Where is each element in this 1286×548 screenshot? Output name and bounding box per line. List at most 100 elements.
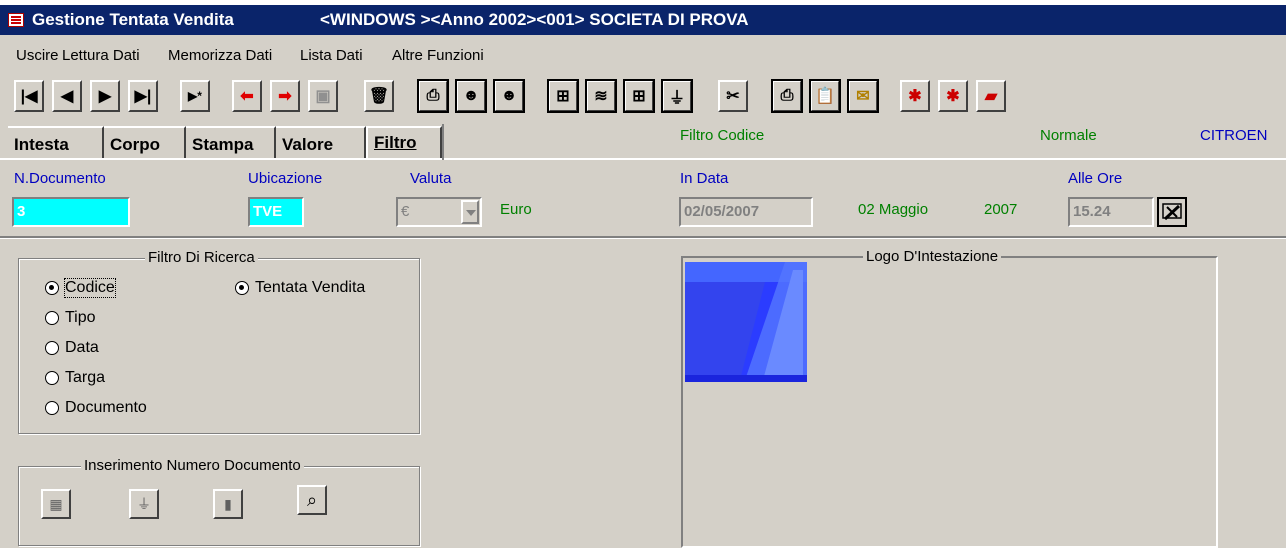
radio-tentata-vendita[interactable]: Tentata Vendita: [235, 279, 365, 297]
time-label: Alle Ore: [1068, 170, 1123, 187]
envelope-icon: ✉: [856, 88, 870, 105]
filter-icon: ⏚: [668, 90, 685, 107]
filter-button[interactable]: ⏚: [661, 79, 693, 113]
face-right-icon: ☻: [500, 87, 518, 104]
date-text-day: 02 Maggio: [858, 201, 929, 218]
radio-tipo[interactable]: Tipo: [45, 309, 96, 327]
save-button[interactable]: ▣: [308, 80, 338, 112]
logo-panel: Logo D'Intestazione: [681, 248, 1218, 548]
note-icon: ✱: [908, 88, 922, 105]
radio-data-label: Data: [65, 339, 99, 356]
location-label: Ubicazione: [248, 170, 323, 187]
radio-icon: [45, 401, 59, 415]
tab-intesta[interactable]: Intesta: [8, 126, 104, 158]
next-record-button[interactable]: ▶: [90, 80, 120, 112]
location-field[interactable]: TVE: [248, 197, 304, 227]
last-record-icon: ▶|: [134, 88, 152, 105]
currency-label: Valuta: [410, 170, 452, 187]
tab-filtro[interactable]: Filtro: [366, 126, 442, 158]
insert-filter-button[interactable]: ⏚: [129, 489, 159, 519]
book-icon: ▰: [984, 88, 998, 105]
face-left-button[interactable]: ☻: [455, 79, 487, 113]
record-icon: ▦: [49, 495, 63, 512]
radio-documento-label: Documento: [65, 399, 147, 416]
window-title: Gestione Tentata Vendita: [32, 10, 234, 29]
back-arrow-icon: ⬅: [240, 88, 254, 105]
envelope-button[interactable]: ✉: [847, 79, 879, 113]
menu-memorizza-dati[interactable]: Memorizza Dati: [168, 44, 272, 68]
record-find-2-icon: ⊞: [632, 88, 646, 105]
cut-icon: ✂: [726, 88, 740, 105]
first-record-icon: |◀: [20, 88, 38, 105]
section-divider: [0, 236, 1286, 239]
print-2-icon: ⎙: [780, 87, 794, 104]
radio-icon: [45, 341, 59, 355]
new-record-button[interactable]: ▶*: [180, 80, 210, 112]
date-field[interactable]: 02/05/2007: [679, 197, 813, 227]
paste-button[interactable]: 📋: [809, 79, 841, 113]
record-find-2-button[interactable]: ⊞: [623, 79, 655, 113]
radio-icon: [45, 371, 59, 385]
print-button[interactable]: ⎙: [417, 79, 449, 113]
save-icon: ▣: [315, 88, 331, 105]
menu-uscire[interactable]: Uscire: [16, 44, 59, 68]
search-button[interactable]: ⌕: [297, 485, 327, 515]
record-find-button[interactable]: ⊞: [547, 79, 579, 113]
filter-icon: ⏚: [137, 496, 151, 512]
first-record-button[interactable]: |◀: [14, 80, 44, 112]
currency-value: €: [401, 203, 410, 220]
currency-select[interactable]: €: [396, 197, 482, 227]
menu-bar: Uscire Lettura Dati Memorizza Dati Lista…: [0, 44, 1286, 68]
note-2-icon: ✱: [946, 88, 960, 105]
tab-stampa[interactable]: Stampa: [186, 126, 276, 158]
cut-button[interactable]: ✂: [718, 80, 748, 112]
door-icon: ▮: [224, 495, 232, 512]
radio-documento[interactable]: Documento: [45, 399, 147, 417]
stack-button[interactable]: ≋: [585, 79, 617, 113]
chevron-down-icon[interactable]: [461, 200, 479, 224]
status-brand: CITROEN: [1200, 127, 1268, 144]
forward-arrow-button[interactable]: ➡: [270, 80, 300, 112]
forward-arrow-icon: ➡: [278, 88, 292, 105]
status-mode: Normale: [1040, 127, 1097, 144]
menu-lettura-dati[interactable]: Lettura Dati: [62, 44, 140, 68]
new-record-icon: ▶*: [188, 89, 202, 103]
radio-icon: [45, 311, 59, 325]
paste-icon: 📋: [815, 88, 835, 105]
insert-record-button[interactable]: ▦: [41, 489, 71, 519]
window-title-info: <WINDOWS ><Anno 2002><001> SOCIETA DI PR…: [320, 10, 749, 29]
radio-codice[interactable]: Codice: [45, 278, 116, 298]
insert-group: Inserimento Numero Documento ▦ ⏚ ▮ ⌕: [18, 457, 420, 546]
print-icon: ⎙: [426, 87, 440, 104]
menu-lista-dati[interactable]: Lista Dati: [300, 44, 363, 68]
book-button[interactable]: ▰: [976, 80, 1006, 112]
radio-codice-label: Codice: [64, 278, 116, 298]
company-logo: [685, 262, 807, 382]
filter-group: Filtro Di Ricerca Codice Tipo Data Targa…: [18, 249, 420, 434]
print-2-button[interactable]: ⎙: [771, 79, 803, 113]
title-bar: Gestione Tentata Vendita <WINDOWS ><Anno…: [0, 5, 1286, 35]
back-arrow-button[interactable]: ⬅: [232, 80, 262, 112]
time-field[interactable]: 15.24: [1068, 197, 1154, 227]
face-right-button[interactable]: ☻: [493, 79, 525, 113]
delete-button[interactable]: 🗑: [364, 80, 394, 112]
radio-tentata-vendita-label: Tentata Vendita: [255, 279, 366, 296]
insert-exit-button[interactable]: ▮: [213, 489, 243, 519]
doc-number-field[interactable]: 3: [12, 197, 130, 227]
radio-data[interactable]: Data: [45, 339, 99, 357]
currency-name: Euro: [500, 201, 532, 218]
menu-altre-funzioni[interactable]: Altre Funzioni: [392, 44, 484, 68]
stack-icon: ≋: [594, 88, 608, 105]
tab-separator: [442, 124, 444, 160]
tab-valore[interactable]: Valore: [276, 126, 366, 158]
note-2-button[interactable]: ✱: [938, 80, 968, 112]
prev-record-icon: ◀: [60, 88, 74, 105]
last-record-button[interactable]: ▶|: [128, 80, 158, 112]
radio-targa-label: Targa: [65, 369, 106, 386]
tab-underline: [0, 158, 1286, 160]
tab-corpo[interactable]: Corpo: [104, 126, 186, 158]
clock-button[interactable]: [1157, 197, 1187, 227]
radio-targa[interactable]: Targa: [45, 369, 105, 387]
prev-record-button[interactable]: ◀: [52, 80, 82, 112]
note-button[interactable]: ✱: [900, 80, 930, 112]
